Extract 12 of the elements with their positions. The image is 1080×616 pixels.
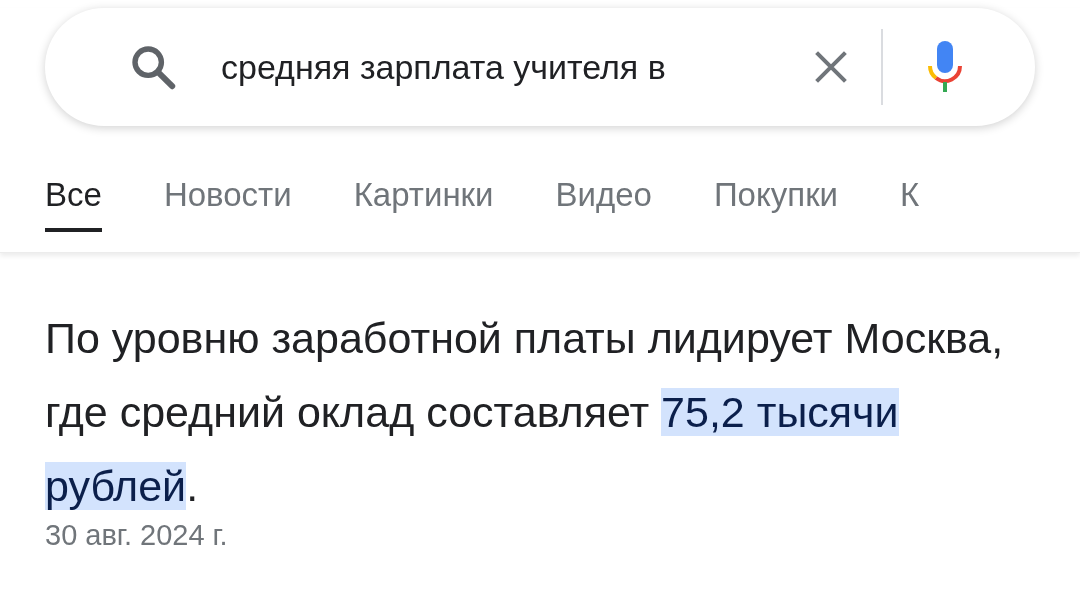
close-icon[interactable] xyxy=(813,49,849,85)
tab[interactable]: К xyxy=(900,162,920,232)
tab[interactable]: Все xyxy=(45,162,102,232)
tab[interactable]: Видео xyxy=(555,162,652,232)
date-text: 30 авг. 2024 г. xyxy=(45,519,229,552)
tab[interactable]: Картинки xyxy=(353,162,494,232)
tab[interactable]: Покупки xyxy=(713,162,838,232)
tab[interactable]: Новости xyxy=(163,162,292,232)
search-bar[interactable]: средняя зарплата учителя в xyxy=(45,8,1035,126)
microphone-icon[interactable] xyxy=(925,39,965,95)
search-icon[interactable] xyxy=(129,43,177,91)
search-field[interactable]: средняя зарплата учителя в xyxy=(221,47,781,87)
